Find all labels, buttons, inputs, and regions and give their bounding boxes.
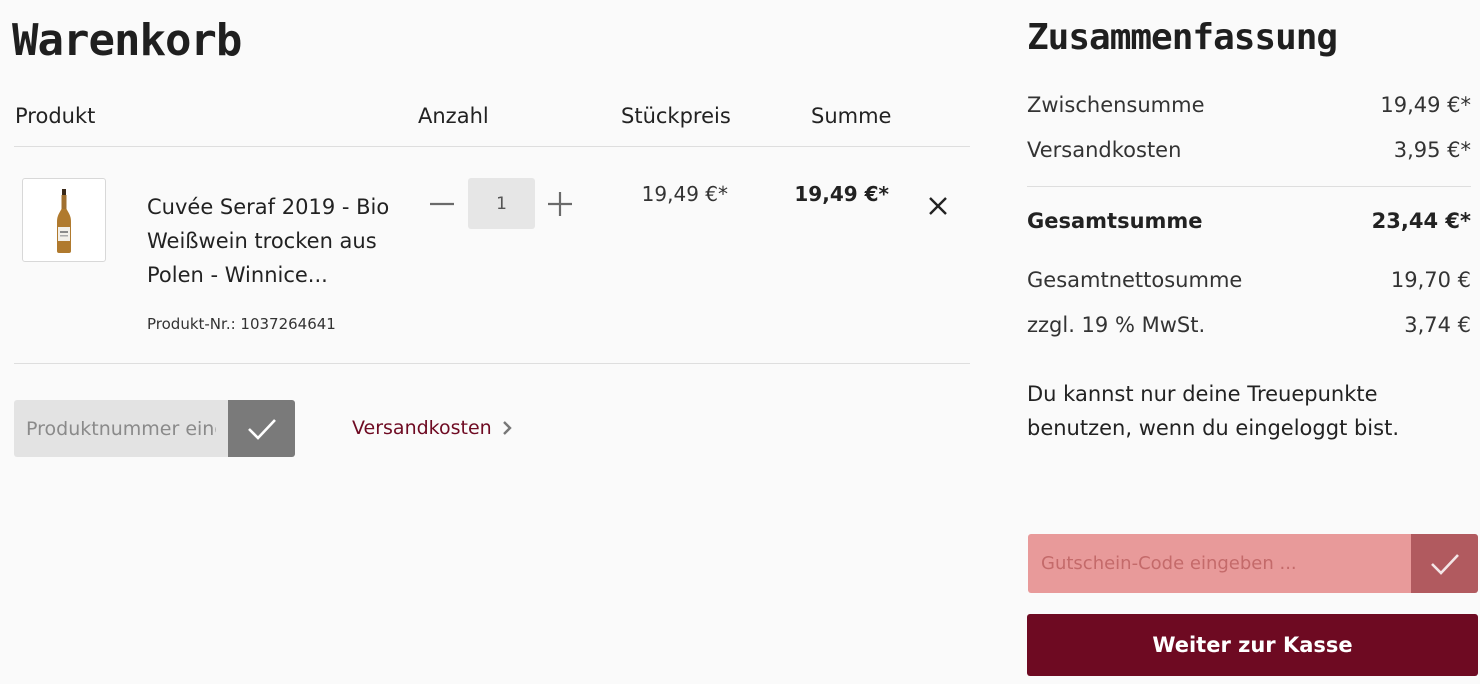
vat-row: zzgl. 19 % MwSt. 3,74 € (1027, 313, 1471, 337)
summary-title: Zusammenfassung (1027, 17, 1338, 58)
subtotal-value: 19,49 €* (1380, 93, 1471, 117)
apply-voucher-button[interactable] (1411, 534, 1478, 593)
quantity-decrease-button[interactable] (424, 186, 460, 222)
unit-price: 19,49 €* (641, 182, 728, 206)
net-total-value: 19,70 € (1390, 268, 1471, 292)
checkout-button[interactable]: Weiter zur Kasse (1027, 614, 1478, 676)
header-divider (14, 146, 970, 147)
shipping-label: Versandkosten (1027, 138, 1182, 162)
shipping-costs-link-label: Versandkosten (352, 417, 492, 439)
column-header-unit-price: Stückpreis (621, 104, 731, 128)
product-number-input[interactable] (14, 400, 228, 457)
product-number: Produkt-Nr.: 1037264641 (147, 315, 336, 333)
net-total-row: Gesamtnettosumme 19,70 € (1027, 268, 1471, 292)
shipping-row: Versandkosten 3,95 €* (1027, 138, 1471, 162)
grand-total-row: Gesamtsumme 23,44 €* (1027, 209, 1471, 233)
quantity-field[interactable] (468, 178, 535, 229)
column-header-total: Summe (811, 104, 892, 128)
close-icon (929, 197, 947, 215)
wine-bottle-icon (57, 189, 71, 253)
voucher-code-input[interactable] (1028, 534, 1411, 593)
minus-icon (430, 202, 454, 206)
net-total-label: Gesamtnettosumme (1027, 268, 1243, 292)
subtotal-row: Zwischensumme 19,49 €* (1027, 93, 1471, 117)
shipping-costs-link[interactable]: Versandkosten (352, 417, 512, 439)
column-header-product: Produkt (15, 104, 96, 128)
grand-total-label: Gesamtsumme (1027, 209, 1203, 233)
quantity-increase-button[interactable] (542, 186, 578, 222)
subtotal-label: Zwischensumme (1027, 93, 1205, 117)
grand-total-value: 23,44 €* (1371, 209, 1471, 233)
vat-value: 3,74 € (1404, 313, 1471, 337)
add-product-button[interactable] (228, 400, 295, 457)
plus-icon (548, 192, 572, 216)
product-image[interactable] (22, 178, 106, 262)
summary-divider (1027, 186, 1471, 187)
chevron-right-icon (502, 421, 512, 435)
page-title: Warenkorb (12, 15, 242, 66)
checkmark-icon (1430, 553, 1459, 575)
checkmark-icon (247, 418, 276, 440)
line-total: 19,49 €* (794, 182, 889, 206)
column-header-quantity: Anzahl (418, 104, 489, 128)
shipping-value: 3,95 €* (1393, 138, 1471, 162)
item-divider (14, 363, 970, 364)
remove-item-button[interactable] (924, 192, 952, 220)
vat-label: zzgl. 19 % MwSt. (1027, 313, 1206, 337)
product-name-link[interactable]: Cuvée Seraf 2019 - Bio Weißwein trocken … (147, 190, 397, 292)
loyalty-points-note: Du kannst nur deine Treuepunkte benutzen… (1027, 382, 1399, 440)
